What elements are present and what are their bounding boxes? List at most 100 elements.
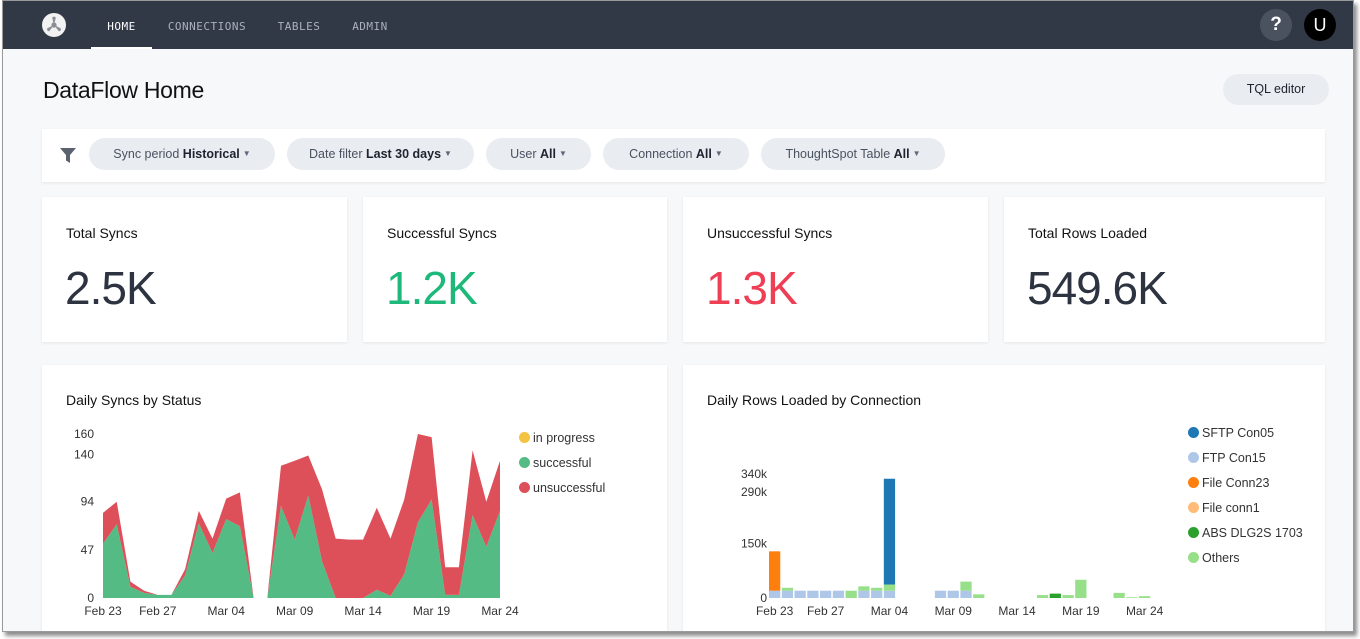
bar-file-conn23[interactable] [769,551,781,591]
bar-ftp-con15[interactable] [947,590,959,598]
tab-connections[interactable]: CONNECTIONS [163,1,251,49]
filter-chip-thoughtspot-table[interactable]: ThoughtSpot Table All ▼ [761,138,945,170]
chart-card-daily-rows: Daily Rows Loaded by Connection 0 150k 290… [683,365,1325,631]
kpi-card-total-syncs[interactable]: Total Syncs 2.5K [42,197,347,342]
legend-label: Others [1202,551,1240,565]
legend-label: successful [533,456,592,470]
kpi-card-unsuccessful-syncs[interactable]: Unsuccessful Syncs 1.3K [683,197,988,342]
y-tick-label: 47 [81,543,95,557]
legend-item-file-conn23[interactable]: File Conn23 [1188,476,1303,501]
bar-ftp-con15[interactable] [858,590,870,598]
filter-chip-user[interactable]: User All ▼ [486,138,591,170]
bar-others[interactable] [858,586,870,591]
bar-others[interactable] [973,594,985,598]
bar-others[interactable] [1139,596,1151,598]
legend-dot-icon [1188,477,1199,488]
bar-ftp-con15[interactable] [960,590,972,598]
help-button[interactable]: ? [1260,9,1292,41]
bar-others[interactable] [1113,592,1125,598]
user-avatar[interactable]: U [1304,9,1336,41]
legend-label: ABS DLG2S 17032 [1202,526,1303,540]
legend-dot-icon [519,482,530,493]
caret-down-icon: ▼ [714,149,723,158]
filter-bar: Sync period Historical ▼ Date filter Last… [42,129,1325,182]
kpi-title: Unsuccessful Syncs [707,225,833,241]
bar-ftp-con15[interactable] [781,590,794,598]
kpi-title: Successful Syncs [387,225,497,241]
bar-ftp-con15[interactable] [934,590,947,598]
bar-ftp-con15[interactable] [832,590,845,598]
x-tick-label: Mar 14 [344,604,382,618]
bar-others[interactable] [871,587,883,591]
x-tick-label: Mar 14 [998,604,1036,618]
bar-ftp-con15[interactable] [807,590,819,598]
filter-chip-date[interactable]: Date filter Last 30 days ▼ [287,138,474,170]
filter-name: Date filter [309,147,363,161]
y-tick-label: 0 [760,591,767,605]
bar-others[interactable] [1075,579,1087,598]
filter-value: All [893,147,910,161]
bar-others[interactable] [883,584,896,591]
legend-item-successful[interactable]: successful [519,456,605,481]
tab-tables[interactable]: TABLES [271,1,327,49]
x-tick-label: Mar 24 [1126,604,1164,618]
trefoil-logo-icon[interactable] [42,13,66,37]
bar-ftp-con15[interactable] [769,590,781,598]
filter-chip-connection[interactable]: Connection All ▼ [603,138,749,170]
bar-others[interactable] [781,587,794,591]
legend-item-file-conn1[interactable]: File conn1 [1188,501,1303,526]
x-tick-label: Mar 19 [1062,604,1100,618]
kpi-card-successful-syncs[interactable]: Successful Syncs 1.2K [363,197,667,342]
app-window: HOME CONNECTIONS TABLES ADMIN ? U DataFl… [2,0,1354,632]
legend-label: SFTP Con05 [1202,426,1275,440]
tab-home[interactable]: HOME [91,1,152,49]
x-tick-label: Mar 09 [276,604,314,618]
legend-label: File Conn23 [1202,476,1270,490]
legend-item-unsuccessful[interactable]: unsuccessful [519,481,605,506]
bar-ftp-con15[interactable] [871,590,883,598]
kpi-value: 549.6K [1027,262,1168,314]
legend-item-ftp-con15[interactable]: FTP Con15 [1188,451,1303,476]
kpi-value: 2.5K [65,262,157,314]
bar-sftp-con05[interactable] [883,478,896,585]
bar-others[interactable] [1036,595,1049,598]
kpi-title: Total Rows Loaded [1028,225,1148,241]
filter-chip-sync-period[interactable]: Sync period Historical ▼ [89,138,275,170]
legend-item-sftp-con05[interactable]: SFTP Con05 [1188,426,1303,451]
bar-others[interactable] [845,590,857,598]
x-tick-label: Mar 04 [871,604,909,618]
filter-name: Sync period [113,147,180,161]
tql-editor-button[interactable]: TQL editor [1223,74,1329,105]
filter-value: Historical [182,147,240,161]
legend-item-others[interactable]: Others [1188,551,1303,576]
legend-label: FTP Con15 [1202,451,1266,465]
y-tick-label: 0 [87,591,94,605]
caret-down-icon: ▼ [912,149,921,158]
chart-card-daily-syncs: Daily Syncs by Status 0 47 94 140 160 Feb 23 F… [42,365,667,631]
legend-item-abs-dlg2s-17032[interactable]: ABS DLG2S 17032 [1188,526,1303,551]
x-tick-label: Feb 27 [139,604,177,618]
legend-label: File conn1 [1202,501,1260,515]
bar-ftp-con15[interactable] [820,590,832,598]
legend-dot-icon [519,457,530,468]
bar-others[interactable] [1062,595,1074,598]
filter-value: Last 30 days [366,147,442,161]
legend-dot-icon [1188,527,1199,538]
bar-abs-dlg2s-17032[interactable] [1049,593,1061,598]
bar-others[interactable] [1126,597,1138,598]
bar-ftp-con15[interactable] [794,590,806,598]
caret-down-icon: ▼ [444,149,452,158]
kpi-value: 1.2K [386,262,478,314]
x-tick-label: Feb 23 [756,604,794,618]
x-tick-label: Feb 23 [84,604,122,618]
y-tick-label: 150k [741,536,768,550]
bar-others[interactable] [960,581,972,591]
filter-value: All [695,147,712,161]
tab-admin[interactable]: ADMIN [346,1,394,49]
kpi-title: Total Syncs [66,225,138,241]
kpi-card-total-rows-loaded[interactable]: Total Rows Loaded 549.6K [1004,197,1325,342]
bar-ftp-con15[interactable] [883,590,896,598]
legend-item-in-progress[interactable]: in progress [519,431,605,456]
chart-legend: SFTP Con05 FTP Con15 File Conn23 File conn1… [1188,426,1303,576]
caret-down-icon: ▼ [558,149,567,158]
